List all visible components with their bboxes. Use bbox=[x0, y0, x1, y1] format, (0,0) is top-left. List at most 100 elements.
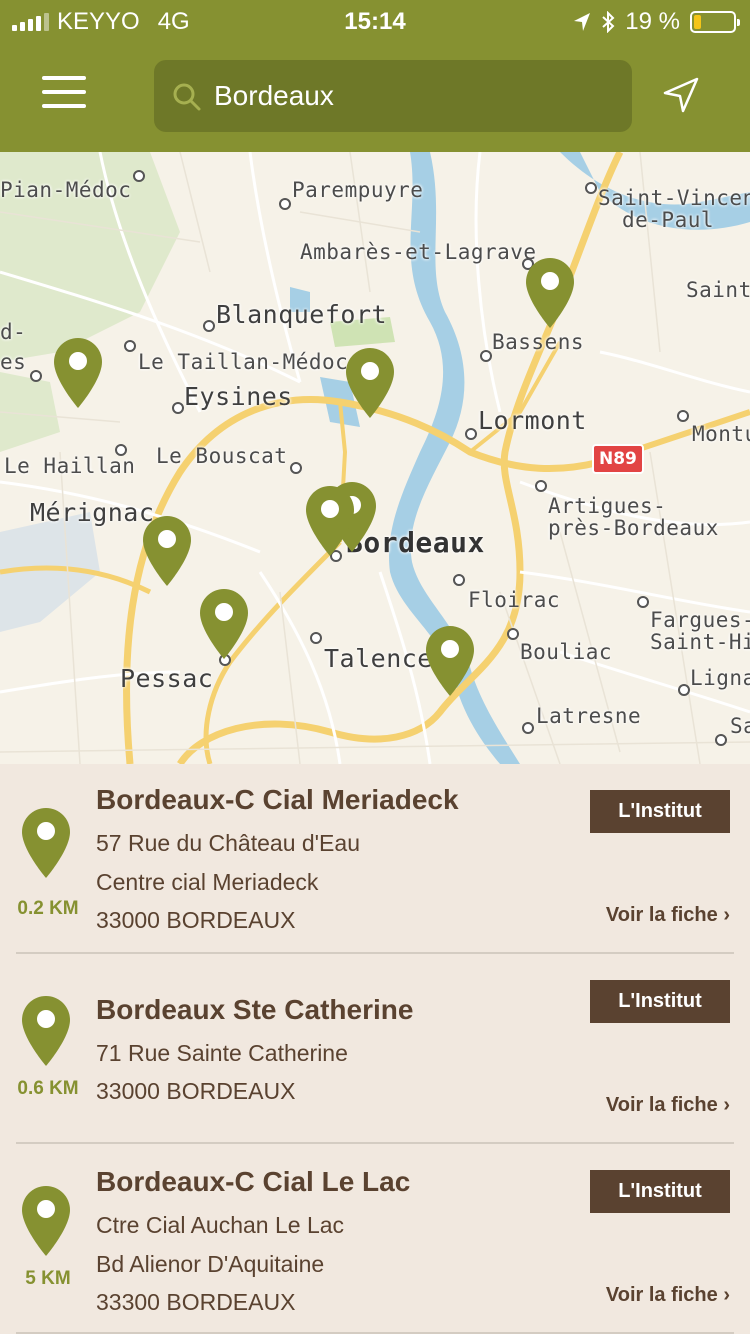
status-right: 19 % bbox=[573, 8, 740, 36]
map-marker-pin[interactable] bbox=[54, 338, 102, 408]
view-details-link[interactable]: Voir la fiche › bbox=[606, 1094, 730, 1117]
store-list-item[interactable]: 0.6 KM Bordeaux Ste Catherine 71 Rue Sai… bbox=[0, 954, 750, 1144]
map-place-label: Talence bbox=[324, 644, 433, 673]
map-place-dot bbox=[124, 340, 136, 352]
store-address-line: 33000 BORDEAUX bbox=[96, 907, 296, 933]
map-place-dot bbox=[290, 462, 302, 474]
status-bar: KEYYO 4G 15:14 19 % bbox=[0, 0, 750, 40]
map-marker-pin[interactable] bbox=[426, 626, 474, 696]
map-marker-pin[interactable] bbox=[200, 589, 248, 659]
map-place-label: d- bbox=[0, 320, 27, 344]
map-place-label: Sa bbox=[730, 714, 750, 738]
map-place-label: Montu bbox=[692, 422, 750, 446]
institut-badge: L'Institut bbox=[590, 980, 730, 1023]
store-address-line: 33000 BORDEAUX bbox=[96, 1078, 296, 1104]
map-marker-pin[interactable] bbox=[526, 258, 574, 328]
map-place-label: Fargues- bbox=[650, 608, 750, 632]
map-place-dot bbox=[310, 632, 322, 644]
battery-percent: 19 % bbox=[625, 8, 680, 35]
institut-badge: L'Institut bbox=[590, 790, 730, 833]
map-place-label: Eysines bbox=[184, 382, 293, 411]
map-place-label: Floirac bbox=[468, 588, 561, 612]
chevron-right-icon: › bbox=[723, 1284, 730, 1306]
map-place-label: Lormont bbox=[478, 406, 587, 435]
store-list-item[interactable]: 5 KM Bordeaux-C Cial Le Lac Ctre Cial Au… bbox=[0, 1144, 750, 1334]
hamburger-menu-icon[interactable] bbox=[42, 76, 86, 108]
chevron-right-icon: › bbox=[723, 904, 730, 926]
map-marker-pin[interactable] bbox=[306, 486, 354, 556]
navigation-arrow-icon[interactable] bbox=[662, 76, 700, 114]
map-place-dot bbox=[715, 734, 727, 746]
map-place-dot bbox=[677, 410, 689, 422]
map-place-label: Mérignac bbox=[30, 498, 155, 527]
view-details-label: Voir la fiche bbox=[605, 904, 718, 926]
search-bar[interactable] bbox=[154, 60, 632, 132]
map-place-dot bbox=[522, 722, 534, 734]
location-pin-icon bbox=[22, 996, 70, 1066]
map-marker-pin[interactable] bbox=[346, 348, 394, 418]
view-details-label: Voir la fiche bbox=[605, 1284, 718, 1306]
store-address-line: Bd Alienor D'Aquitaine bbox=[96, 1251, 325, 1277]
map-place-dot bbox=[279, 198, 291, 210]
map-place-label: Bassens bbox=[492, 330, 585, 354]
map-place-label: Artigues- bbox=[548, 494, 667, 518]
map-place-label: es bbox=[0, 350, 27, 374]
map-place-label: Ligna bbox=[690, 666, 750, 690]
search-icon bbox=[173, 83, 201, 111]
bluetooth-icon bbox=[602, 11, 615, 33]
store-distance: 0.6 KM bbox=[17, 1078, 79, 1099]
map-place-dot bbox=[637, 596, 649, 608]
map-place-dot bbox=[172, 402, 184, 414]
app-header bbox=[0, 40, 750, 152]
store-address-line: Ctre Cial Auchan Le Lac bbox=[96, 1212, 345, 1238]
map-place-label: Saint- bbox=[686, 278, 750, 302]
store-address-line: 57 Rue du Château d'Eau bbox=[96, 830, 360, 856]
map-place-dot bbox=[535, 480, 547, 492]
map-place-label: Parempuyre bbox=[292, 178, 424, 202]
map-place-label: Le Haillan bbox=[4, 454, 136, 478]
store-address-line: Centre cial Meriadeck bbox=[96, 869, 319, 895]
location-pin-icon bbox=[22, 1186, 70, 1256]
view-details-link[interactable]: Voir la fiche › bbox=[606, 904, 730, 927]
map-place-dot bbox=[115, 444, 127, 456]
map-place-dot bbox=[507, 628, 519, 640]
map-place-dot bbox=[678, 684, 690, 696]
road-badge-n89: N89 bbox=[592, 444, 644, 474]
battery-icon bbox=[690, 11, 740, 33]
map-place-label: Saint-Hila bbox=[650, 630, 750, 654]
store-distance: 5 KM bbox=[25, 1268, 71, 1289]
location-pin-icon bbox=[22, 808, 70, 878]
map-place-label: Pessac bbox=[120, 664, 214, 693]
map-place-label: de-Paul bbox=[622, 208, 715, 232]
store-list-item[interactable]: 0.2 KM Bordeaux-C Cial Meriadeck 57 Rue … bbox=[0, 764, 750, 954]
map-marker-pin[interactable] bbox=[143, 516, 191, 586]
institut-badge: L'Institut bbox=[590, 1170, 730, 1213]
map-place-label: Bouliac bbox=[520, 640, 613, 664]
map-place-dot bbox=[585, 182, 597, 194]
store-address-line: 71 Rue Sainte Catherine bbox=[96, 1040, 348, 1066]
chevron-right-icon: › bbox=[723, 1094, 730, 1116]
map-place-label: Ambarès-et-Lagrave bbox=[300, 240, 537, 264]
map-place-dot bbox=[480, 350, 492, 362]
map-place-dot bbox=[133, 170, 145, 182]
location-arrow-icon bbox=[574, 13, 591, 31]
view-details-label: Voir la fiche bbox=[605, 1094, 718, 1116]
view-details-link[interactable]: Voir la fiche › bbox=[606, 1284, 730, 1307]
search-input[interactable] bbox=[214, 74, 614, 118]
map-place-label: près-Bordeaux bbox=[548, 516, 719, 540]
map-place-label: Pian-Médoc bbox=[0, 178, 132, 202]
map-place-label: Latresne bbox=[536, 704, 642, 728]
store-name: Bordeaux-C Cial Le Lac bbox=[96, 1166, 411, 1197]
map-place-dot bbox=[453, 574, 465, 586]
store-distance: 0.2 KM bbox=[17, 898, 79, 919]
store-name: Bordeaux-C Cial Meriadeck bbox=[96, 784, 459, 815]
map-place-label: Blanquefort bbox=[216, 300, 388, 329]
store-address-line: 33300 BORDEAUX bbox=[96, 1289, 296, 1315]
map-place-label: Le Taillan-Médoc bbox=[138, 350, 349, 374]
map-place-label: Saint-Vincent- bbox=[598, 186, 750, 210]
store-name: Bordeaux Ste Catherine bbox=[96, 994, 414, 1025]
map-place-dot bbox=[203, 320, 215, 332]
map-place-dot bbox=[30, 370, 42, 382]
map-place-dot bbox=[465, 428, 477, 440]
map-view[interactable]: Pian-Médoc Parempuyre Saint-Vincent-de-Pau… bbox=[0, 152, 750, 764]
